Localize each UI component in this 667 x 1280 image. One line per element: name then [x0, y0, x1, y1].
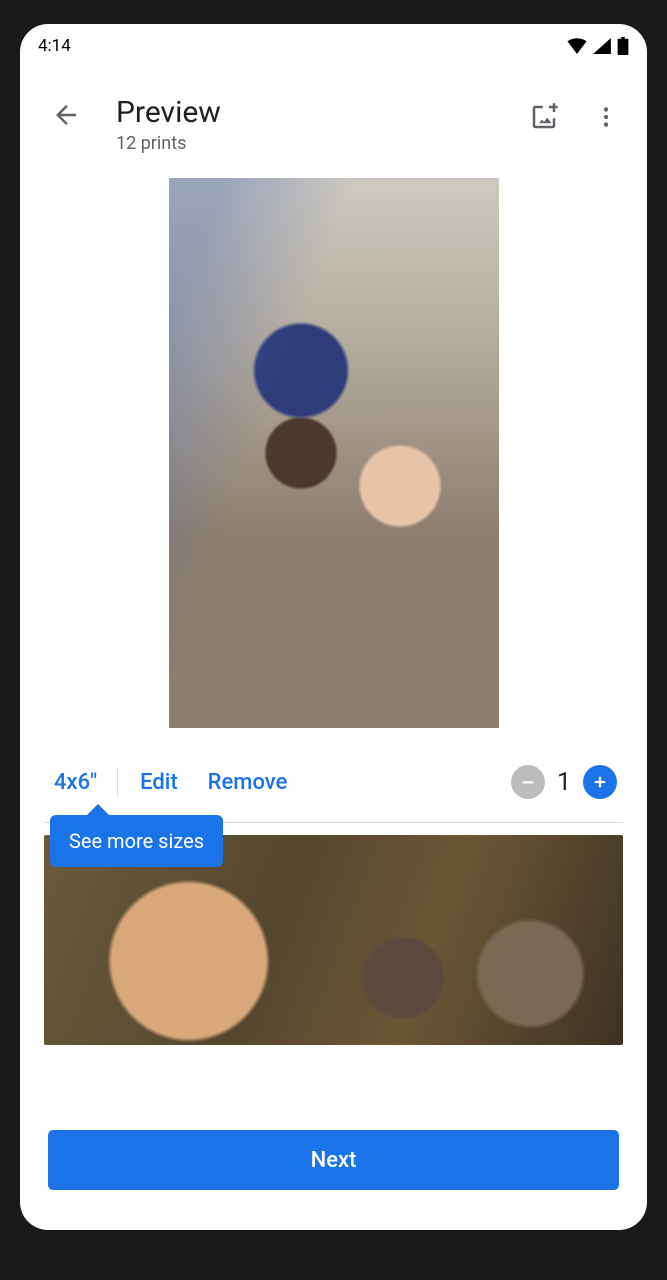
wifi-icon	[567, 38, 587, 54]
status-bar: 4:14	[20, 24, 647, 68]
quantity-value: 1	[557, 768, 571, 797]
page-title: Preview	[116, 96, 511, 129]
add-photo-icon	[529, 102, 559, 132]
remove-button[interactable]: Remove	[208, 770, 288, 795]
app-bar: Preview 12 prints	[20, 68, 647, 154]
cell-icon	[593, 38, 611, 54]
main-content: 4x6" Edit Remove 1 See mor	[20, 154, 647, 1116]
back-button[interactable]	[42, 100, 90, 130]
more-vert-icon	[593, 104, 619, 130]
app-bar-actions	[529, 102, 619, 136]
tooltip-see-more-sizes[interactable]: See more sizes	[50, 815, 223, 867]
more-button[interactable]	[593, 104, 619, 134]
photo-preview[interactable]	[169, 178, 499, 728]
arrow-left-icon	[51, 100, 81, 130]
tooltip-text: See more sizes	[69, 829, 204, 853]
controls-row: 4x6" Edit Remove 1	[20, 746, 647, 818]
plus-icon	[591, 773, 609, 791]
quantity-stepper: 1	[511, 765, 617, 799]
size-selector[interactable]: 4x6"	[54, 770, 97, 795]
status-icons	[567, 37, 629, 55]
footer: Next	[20, 1130, 647, 1230]
page-subtitle: 12 prints	[116, 133, 511, 154]
minus-icon	[519, 773, 537, 791]
edit-button[interactable]: Edit	[140, 770, 178, 795]
decrement-button[interactable]	[511, 765, 545, 799]
increment-button[interactable]	[583, 765, 617, 799]
next-button-label: Next	[311, 1148, 357, 1173]
header-titles: Preview 12 prints	[116, 96, 511, 154]
status-time: 4:14	[38, 36, 71, 56]
next-button[interactable]: Next	[48, 1130, 619, 1190]
add-photo-button[interactable]	[529, 102, 559, 136]
battery-icon	[617, 37, 629, 55]
divider	[117, 767, 118, 797]
